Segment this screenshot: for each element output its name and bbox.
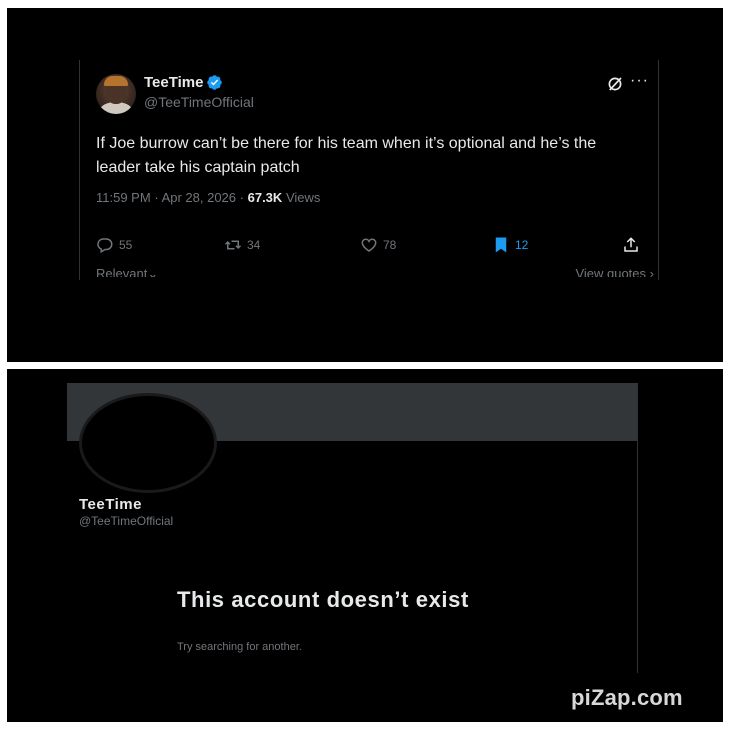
- profile-screenshot-panel: TeeTime @TeeTimeOfficial This account do…: [7, 369, 723, 722]
- like-icon: [361, 238, 377, 252]
- tweet-date[interactable]: Apr 28, 2026: [162, 190, 236, 205]
- views-label: Views: [285, 190, 321, 205]
- tweet-time[interactable]: 11:59 PM: [96, 190, 151, 205]
- like-button[interactable]: 78: [360, 234, 396, 256]
- reply-icon: [97, 238, 113, 254]
- empty-state-title: This account doesn’t exist: [177, 587, 469, 612]
- profile-handle: @TeeTimeOfficial: [79, 514, 174, 528]
- bookmark-icon: [495, 237, 507, 253]
- share-button[interactable]: [622, 234, 645, 256]
- meta-separator: ·: [154, 190, 159, 205]
- profile-display-name: TeeTime: [79, 496, 142, 513]
- more-icon[interactable]: ···: [630, 72, 648, 90]
- repost-button[interactable]: 34: [224, 234, 260, 256]
- grok-icon[interactable]: [606, 75, 624, 93]
- tweet-text: If Joe burrow can’t be there for his tea…: [96, 135, 597, 176]
- reply-button[interactable]: 55: [96, 234, 132, 256]
- views-count: 67.3K: [247, 190, 283, 205]
- tweet-card[interactable]: TeeTime @TeeTimeOfficial ··· If Joe burr…: [79, 60, 659, 297]
- verified-badge-icon: [207, 75, 222, 90]
- tweet-handle[interactable]: @TeeTimeOfficial: [144, 94, 254, 110]
- tweet-meta: 11:59 PM · Apr 28, 2026 · 67.3K Views: [96, 190, 320, 205]
- profile-page: TeeTime @TeeTimeOfficial This account do…: [67, 383, 638, 673]
- tweet-actions: 55 34 78 12: [96, 234, 644, 256]
- repost-count: 34: [247, 238, 261, 252]
- empty-state-subtitle: Try searching for another.: [177, 641, 302, 653]
- bookmark-button[interactable]: 12: [492, 234, 528, 256]
- tweet-screenshot-panel: TeeTime @TeeTimeOfficial ··· If Joe burr…: [7, 8, 723, 362]
- like-count: 78: [383, 238, 397, 252]
- bookmark-count: 12: [515, 238, 529, 252]
- tweet-display-name[interactable]: TeeTime: [144, 74, 203, 91]
- reply-count: 55: [119, 238, 133, 252]
- retweet-icon: [224, 240, 242, 250]
- meta-separator: ·: [239, 190, 244, 205]
- tweet-avatar[interactable]: [96, 74, 136, 114]
- share-icon: [624, 237, 638, 252]
- profile-avatar: [79, 393, 217, 493]
- pizap-watermark: piZap.com: [571, 685, 683, 710]
